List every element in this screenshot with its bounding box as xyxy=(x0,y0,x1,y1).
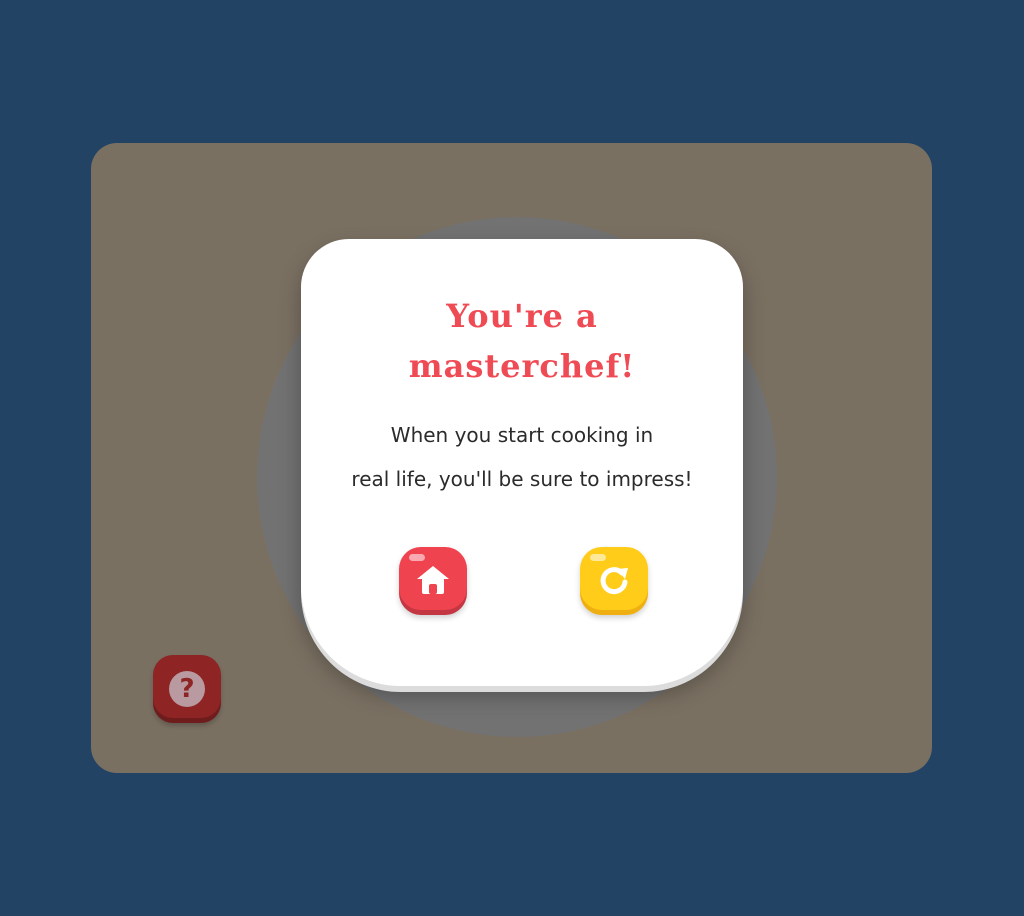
result-dialog: You're a masterchef! When you start cook… xyxy=(301,239,743,686)
home-icon xyxy=(417,566,449,594)
dialog-title: You're a masterchef! xyxy=(301,291,743,391)
dialog-title-line: masterchef! xyxy=(408,347,636,385)
replay-icon xyxy=(600,567,628,595)
replay-button[interactable] xyxy=(580,547,648,615)
dialog-message-line: real life, you'll be sure to impress! xyxy=(351,467,693,491)
question-mark-icon: ? xyxy=(169,671,205,707)
dialog-message-line: When you start cooking in xyxy=(390,423,654,447)
game-screen: ? You're a masterchef! When you start co… xyxy=(0,0,1024,916)
dialog-title-line: You're a xyxy=(446,297,598,335)
help-button[interactable]: ? xyxy=(153,655,221,723)
home-button[interactable] xyxy=(399,547,467,615)
dialog-message: When you start cooking in real life, you… xyxy=(301,413,743,501)
